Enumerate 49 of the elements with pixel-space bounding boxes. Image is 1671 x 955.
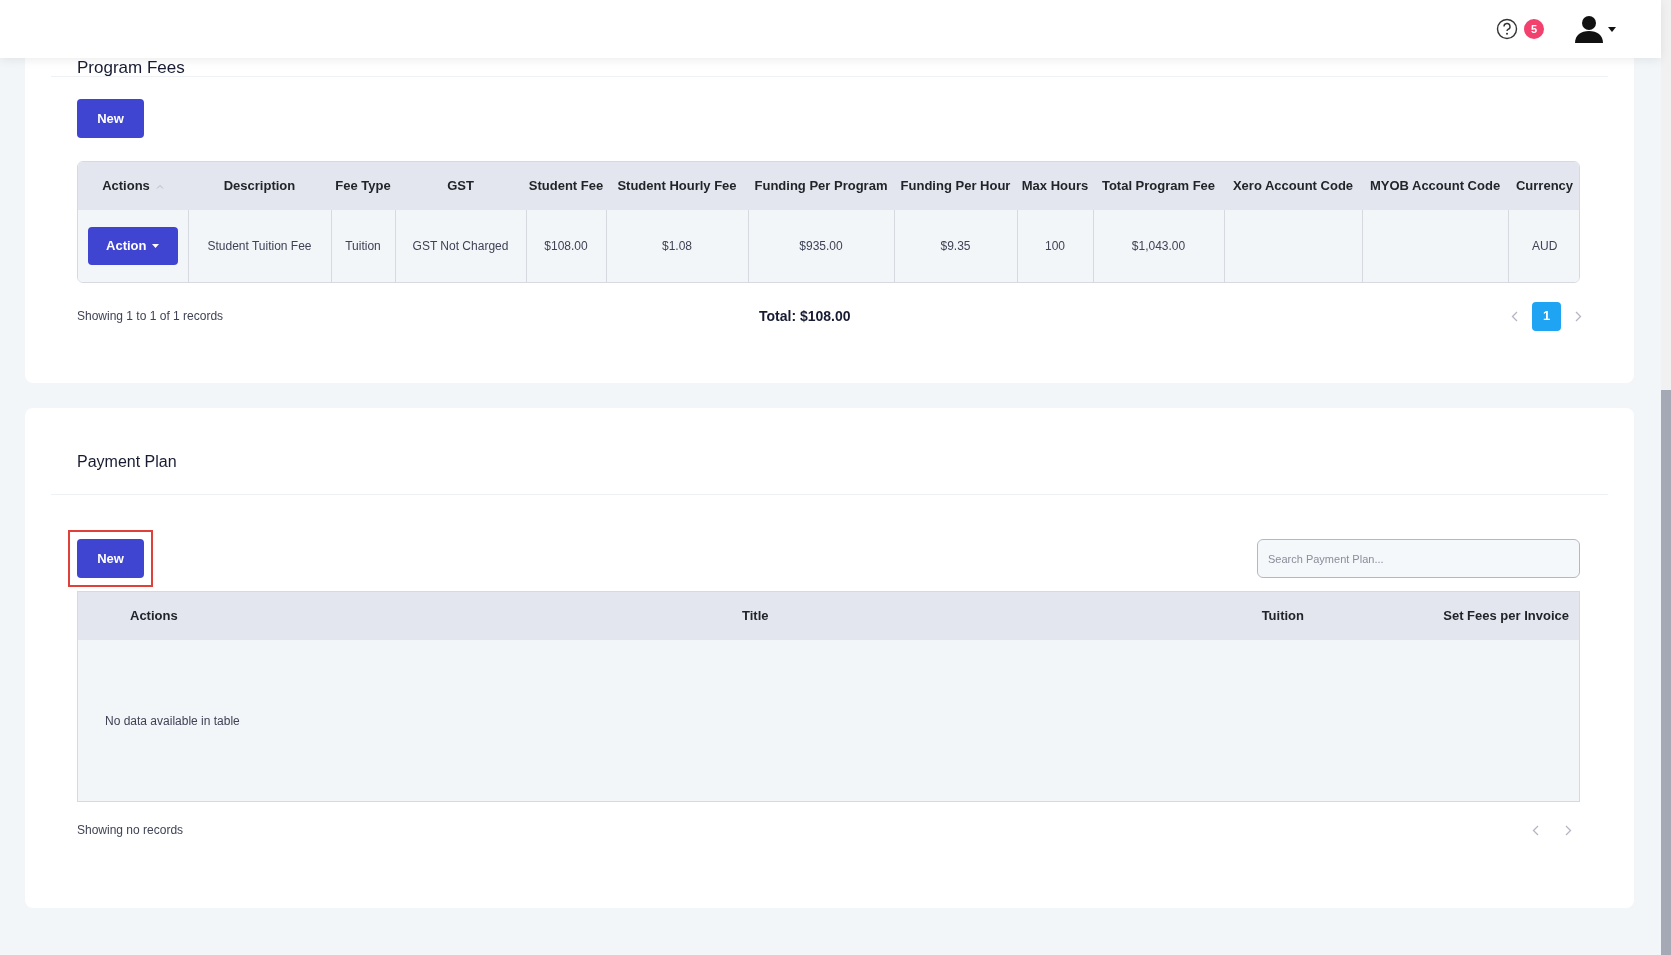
previous-page-icon[interactable]	[1532, 824, 1539, 836]
table-cell: $9.35	[940, 239, 971, 253]
search-field[interactable]: Search Payment Plan...	[1257, 539, 1580, 578]
new-button[interactable]: New	[77, 539, 144, 578]
notification-badge: 5	[1524, 19, 1544, 39]
empty-message: No data available in table	[105, 712, 240, 730]
user-icon	[1574, 14, 1604, 44]
table-cell: $1,043.00	[1131, 239, 1186, 253]
column-header: Student Hourly Fee	[617, 178, 737, 194]
column-header[interactable]: Actions	[102, 178, 150, 194]
sort-ascending-icon[interactable]	[155, 184, 164, 190]
column-header: Student Fee	[528, 178, 604, 194]
column-header: Fee Type	[335, 178, 391, 194]
caret-icon	[1608, 26, 1616, 32]
column-header: Total Program Fee	[1101, 178, 1216, 194]
column-header: Title	[742, 608, 769, 624]
help-icon[interactable]	[1496, 18, 1518, 40]
total-amount: Total: $108.00	[759, 306, 851, 326]
user-menu[interactable]	[1574, 14, 1616, 44]
table-cell: $1.08	[662, 239, 692, 253]
column-header: Set Fees per Invoice	[1443, 608, 1569, 624]
table-cell: 100	[1045, 239, 1065, 253]
table-cell: $108.00	[544, 239, 588, 253]
column-header: Currency	[1515, 178, 1574, 194]
records-info: Showing 1 to 1 of 1 records	[77, 308, 225, 325]
new-button[interactable]: New	[77, 99, 144, 138]
table-cell: GST Not Charged	[412, 239, 509, 253]
action-button[interactable]: Action	[87, 227, 178, 265]
column-header: Actions	[130, 608, 178, 624]
column-header: MYOB Account Code	[1369, 178, 1501, 194]
column-header: Description	[223, 178, 296, 194]
table-cell: Tuition	[345, 239, 381, 253]
table-cell: $935.00	[799, 239, 843, 253]
column-header: Max Hours	[1021, 178, 1089, 194]
column-header: Tuition	[1261, 608, 1304, 624]
records-info: Showing no records	[77, 822, 184, 839]
column-header: Funding Per Program	[754, 178, 888, 194]
section-title: Program Fees	[77, 58, 185, 77]
section-title: Payment Plan	[77, 453, 177, 470]
table-cell: Student Tuition Fee	[207, 239, 312, 253]
next-page-icon[interactable]	[1565, 824, 1572, 836]
previous-page-icon[interactable]	[1511, 310, 1518, 322]
caret-icon	[152, 244, 160, 248]
column-header: GST	[447, 178, 474, 194]
scrollbar[interactable]	[1661, 390, 1671, 955]
table-cell: AUD	[1532, 239, 1558, 253]
column-header: Xero Account Code	[1232, 178, 1354, 194]
next-page-icon[interactable]	[1575, 310, 1582, 322]
column-header: Funding Per Hour	[900, 178, 1011, 194]
